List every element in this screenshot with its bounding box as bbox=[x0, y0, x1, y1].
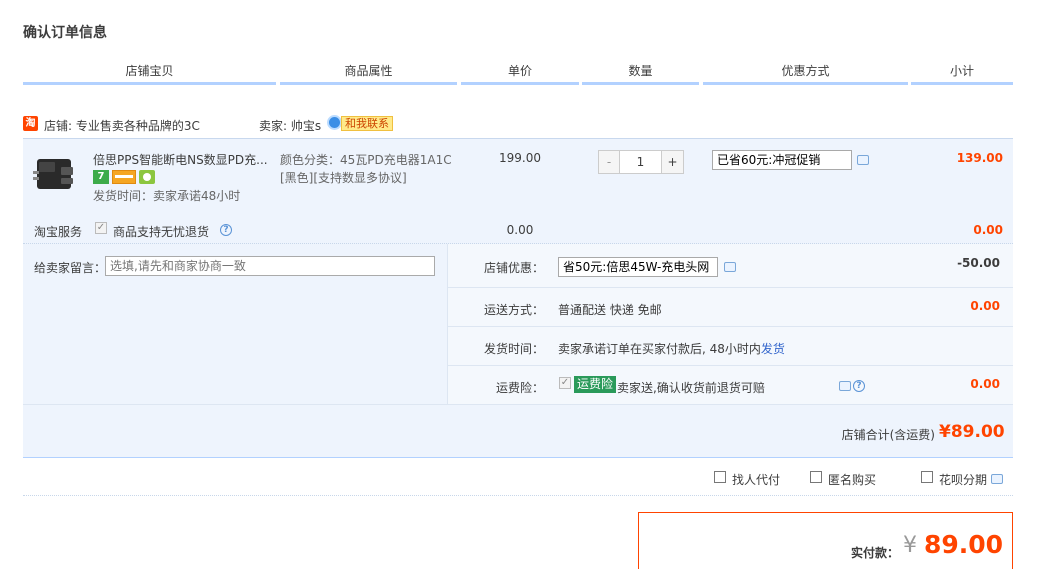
column-bar bbox=[23, 82, 276, 85]
page-title: 确认订单信息 bbox=[23, 25, 107, 41]
divider bbox=[448, 326, 1013, 327]
pay-amount-label: 实付款： bbox=[851, 546, 900, 560]
insurance-checkbox[interactable]: ✓ bbox=[559, 377, 571, 389]
anonymous-checkbox[interactable] bbox=[810, 471, 822, 483]
quantity-input[interactable]: 1 bbox=[619, 150, 662, 174]
delivery-time-label: 发货时间： bbox=[483, 342, 544, 356]
insurance-chat-icon[interactable] bbox=[839, 381, 851, 391]
quantity-decrease-button[interactable]: - bbox=[598, 150, 620, 174]
column-header-attributes: 商品属性 bbox=[344, 64, 393, 78]
column-header-quantity: 数量 bbox=[628, 64, 653, 78]
column-header-item: 店铺宝贝 bbox=[125, 64, 174, 78]
wangwang-chat-icon[interactable] bbox=[327, 115, 342, 130]
pay-currency: ¥ bbox=[903, 533, 917, 558]
column-header-unit-price: 单价 bbox=[507, 64, 532, 78]
column-bar bbox=[461, 82, 579, 85]
taobao-service-label: 淘宝服务 bbox=[34, 225, 83, 239]
divider bbox=[23, 457, 1013, 458]
shop-discount-select[interactable]: 省50元:倍思45W-充电头网 bbox=[558, 257, 718, 277]
help-icon[interactable]: ? bbox=[220, 224, 232, 236]
discount-chat-icon[interactable] bbox=[857, 155, 869, 165]
delivery-link[interactable]: 发货 bbox=[761, 342, 785, 356]
shop-total-label: 店铺合计(含运费) bbox=[841, 428, 935, 442]
column-bar bbox=[703, 82, 908, 85]
column-bar bbox=[280, 82, 457, 85]
insurance-amount: 0.00 bbox=[970, 377, 1000, 391]
seller-name[interactable]: 卖家: 帅宝s bbox=[259, 117, 321, 134]
ship-time-promise: 发货时间：卖家承诺48小时 bbox=[93, 189, 241, 203]
seller-message-input[interactable] bbox=[105, 256, 435, 276]
pay-amount: 89.00 bbox=[924, 530, 1004, 559]
shipping-label: 运送方式： bbox=[483, 303, 544, 317]
item-subtotal: 139.00 bbox=[956, 151, 1003, 165]
credit-card-icon bbox=[112, 170, 136, 184]
column-bar bbox=[911, 82, 1013, 85]
shipping-method: 普通配送 快递 免邮 bbox=[558, 303, 662, 317]
product-image[interactable] bbox=[31, 153, 81, 197]
shop-discount-amount: -50.00 bbox=[957, 256, 1000, 270]
insurance-help-icon[interactable]: ? bbox=[853, 380, 865, 392]
anonymous-label[interactable]: 匿名购买 bbox=[828, 471, 876, 488]
service-subtotal: 0.00 bbox=[973, 223, 1003, 237]
return-service-label: 商品支持无忧退货 bbox=[113, 225, 210, 239]
insurance-description: 卖家送,确认收货前退货可赔 bbox=[617, 381, 765, 395]
divider bbox=[448, 365, 1013, 366]
service-price: 0.00 bbox=[506, 223, 534, 237]
huabei-label[interactable]: 花呗分期 bbox=[939, 471, 987, 488]
column-bar bbox=[582, 82, 699, 85]
column-header-discount: 优惠方式 bbox=[781, 64, 830, 78]
contact-seller-button[interactable]: 和我联系 bbox=[341, 116, 393, 131]
proxy-pay-label[interactable]: 找人代付 bbox=[732, 471, 780, 488]
item-discount-select[interactable]: 已省60元:冲冠促销 bbox=[712, 150, 852, 170]
column-header-subtotal: 小计 bbox=[949, 64, 974, 78]
guarantee-icon bbox=[139, 170, 155, 184]
return-service-checkbox[interactable]: ✓ bbox=[95, 222, 107, 234]
product-attribute-color: 颜色分类：45瓦PD充电器1A1C bbox=[280, 153, 452, 167]
huabei-checkbox[interactable] bbox=[921, 471, 933, 483]
quantity-increase-button[interactable]: + bbox=[661, 150, 684, 174]
shop-total-amount: ¥89.00 bbox=[939, 422, 1005, 442]
shop-discount-label: 店铺优惠： bbox=[483, 261, 544, 275]
divider bbox=[23, 495, 1013, 496]
delivery-time-value: 卖家承诺订单在买家付款后, 48小时内 bbox=[558, 342, 761, 356]
unit-price: 199.00 bbox=[499, 151, 541, 165]
shipping-amount: 0.00 bbox=[970, 299, 1000, 313]
divider bbox=[23, 138, 1013, 139]
message-label: 给卖家留言： bbox=[34, 261, 107, 275]
divider bbox=[448, 287, 1013, 288]
insurance-tag: 运费险 bbox=[574, 376, 617, 393]
seven-day-return-icon: 7 bbox=[93, 170, 109, 184]
taobao-badge-icon: 淘 bbox=[23, 116, 38, 131]
insurance-label: 运费险： bbox=[495, 381, 544, 395]
huabei-info-icon[interactable] bbox=[991, 474, 1003, 484]
product-attribute-variant: [黑色][支持数显多协议] bbox=[280, 171, 407, 185]
shop-discount-chat-icon[interactable] bbox=[724, 262, 736, 272]
shop-name-link[interactable]: 店铺: 专业售卖各种品牌的3C bbox=[44, 117, 200, 134]
product-name-link[interactable]: 倍思PPS智能断电NS数显PD充... bbox=[93, 151, 271, 168]
delivery-time-text: 卖家承诺订单在买家付款后, 48小时内发货 bbox=[558, 340, 785, 357]
proxy-pay-checkbox[interactable] bbox=[714, 471, 726, 483]
